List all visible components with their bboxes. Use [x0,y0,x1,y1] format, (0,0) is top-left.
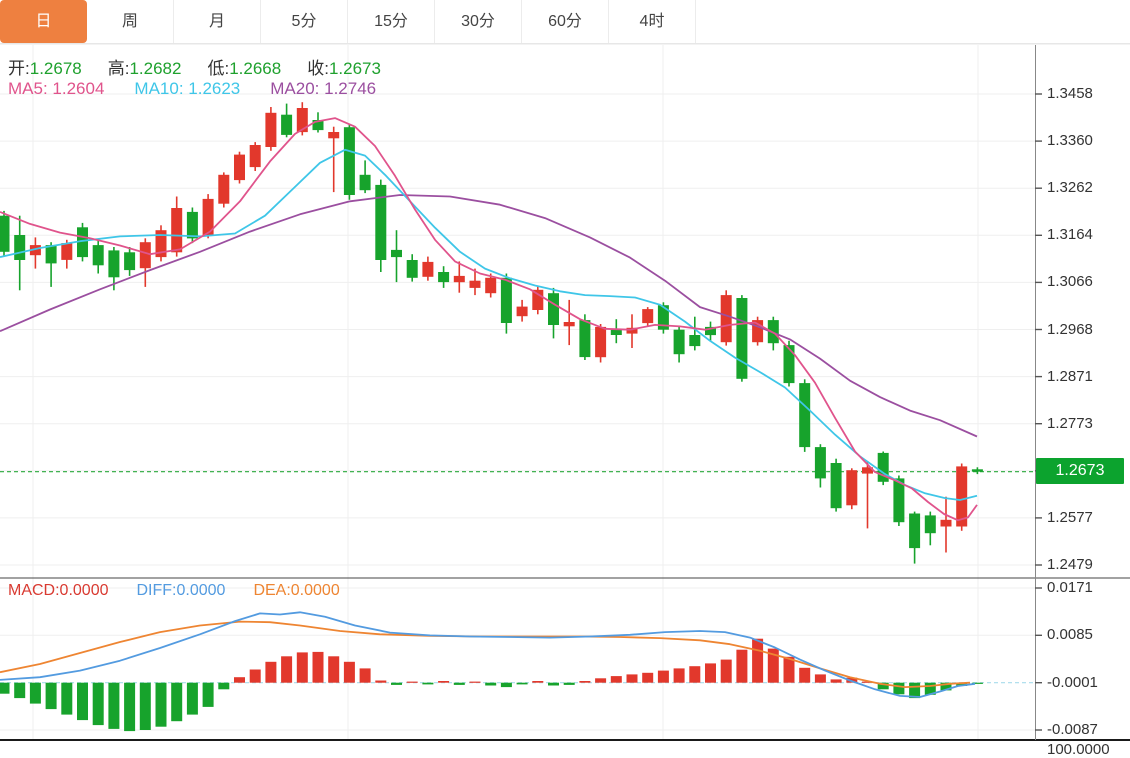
ma-item: MA20: 1.2746 [270,79,376,98]
ma-readout: MA5: 1.2604 MA10: 1.2623 MA20: 1.2746 [8,79,406,99]
price-tick-label: 1.2773 [1047,416,1093,432]
current-price-tag: 1.2673 [1036,458,1124,484]
price-tick-label: 1.2871 [1047,369,1093,385]
ohlc-item: 高:1.2682 [108,59,182,78]
macd-value-label: DIFF:0.0000 [137,582,226,599]
macd-tick-label: -0.0087 [1047,722,1098,738]
price-tick-label: 1.3262 [1047,180,1093,196]
price-tick-label: 1.2968 [1047,322,1093,338]
macd-tick-label: -0.0001 [1047,675,1098,691]
ohlc-item: 开:1.2678 [8,59,82,78]
price-tick-label: 1.3360 [1047,133,1093,149]
ohlc-item: 收:1.2673 [307,59,381,78]
ma-item: MA5: 1.2604 [8,79,104,98]
ohlc-item: 低:1.2668 [207,59,281,78]
price-tick-label: 1.2479 [1047,557,1093,573]
macd-value-label: DEA:0.0000 [253,582,339,599]
macd-tick-label: 0.0085 [1047,627,1093,643]
trading-chart-app: { "tabbar": { "tabs": [ {"label": "日", "… [0,0,1130,746]
candlestick-chart-canvas[interactable] [0,0,1130,746]
macd-tick-label: 0.0171 [1047,580,1093,596]
price-tick-label: 1.3066 [1047,274,1093,290]
price-tick-label: 1.3164 [1047,227,1093,243]
ma-item: MA10: 1.2623 [134,79,240,98]
price-tick-label: 1.3458 [1047,86,1093,102]
macd-readout: MACD:0.0000 DIFF:0.0000 DEA:0.0000 [8,582,368,600]
clipped-bottom-axis-label: 100.0000 [1047,741,1110,758]
macd-value-label: MACD:0.0000 [8,582,109,599]
ohlc-readout: 开:1.2678 高:1.2682 低:1.2668 收:1.2673 [8,54,407,79]
price-tick-label: 1.2577 [1047,510,1093,526]
